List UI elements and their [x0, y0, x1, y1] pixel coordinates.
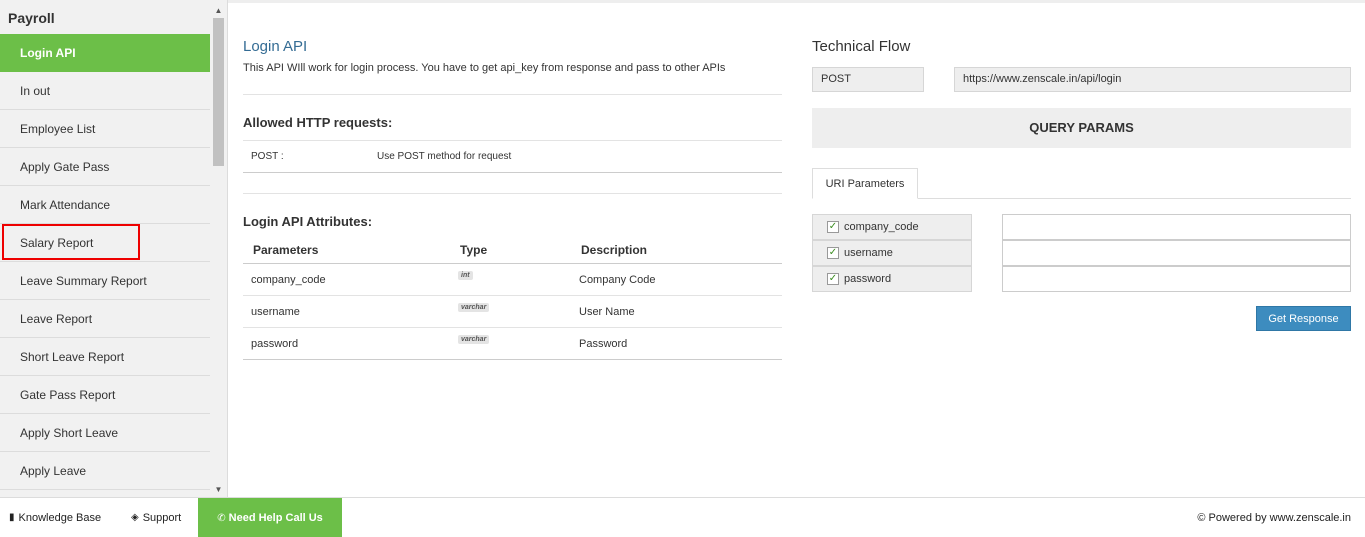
param-label-text: company_code	[844, 221, 919, 233]
api-doc-panel: Login API This API WIll work for login p…	[243, 38, 782, 360]
table-row: username varchar User Name	[243, 295, 782, 328]
support-label: Support	[142, 512, 182, 524]
api-title: Login API	[243, 38, 308, 55]
param-name: password	[243, 327, 450, 360]
request-method: POST :	[251, 151, 284, 162]
query-params-header: QUERY PARAMS	[812, 108, 1351, 148]
param-description: Password	[571, 327, 782, 360]
sidebar-item-in-out[interactable]: In out	[0, 72, 210, 110]
param-row: ✓ username	[812, 240, 1351, 266]
password-input[interactable]	[1002, 266, 1351, 292]
sidebar-item-gate-pass-report[interactable]: Gate Pass Report	[0, 376, 210, 414]
company-code-input[interactable]	[1002, 214, 1351, 240]
need-help-button[interactable]: ✆ Need Help Call Us	[198, 498, 342, 537]
allowed-requests-heading: Allowed HTTP requests:	[243, 115, 782, 141]
powered-by[interactable]: © Powered by www.zenscale.in	[1197, 498, 1351, 537]
param-name: company_code	[243, 263, 450, 296]
param-label: ✓ username	[812, 240, 972, 266]
param-name: username	[243, 295, 450, 328]
sidebar-item-leave-report[interactable]: Leave Report	[0, 300, 210, 338]
tab-uri-parameters[interactable]: URI Parameters	[812, 168, 918, 199]
sidebar-list: Login API In out Employee List Apply Gat…	[0, 34, 210, 490]
type-badge: varchar	[458, 302, 490, 312]
api-description: This API WIll work for login process. Yo…	[243, 62, 782, 95]
param-label: ✓ password	[812, 266, 972, 292]
params-list: ✓ company_code ✓ username ✓ password	[812, 214, 1351, 292]
attributes-heading: Login API Attributes:	[243, 214, 373, 229]
support-link[interactable]: ◈ Support	[131, 498, 181, 537]
param-description: Company Code	[571, 263, 782, 296]
checkbox-checked-icon[interactable]: ✓	[827, 247, 839, 259]
sidebar: Payroll Login API In out Employee List A…	[0, 0, 228, 497]
param-row: ✓ password	[812, 266, 1351, 292]
table-row: password varchar Password	[243, 327, 782, 360]
sidebar-item-apply-short-leave[interactable]: Apply Short Leave	[0, 414, 210, 452]
url-field: https://www.zenscale.in/api/login	[954, 67, 1351, 92]
table-row: company_code int Company Code	[243, 263, 782, 296]
phone-icon: ✆	[217, 513, 226, 524]
endpoint-row: POST https://www.zenscale.in/api/login	[812, 67, 1351, 92]
knowledge-base-link[interactable]: ▮ Knowledge Base	[9, 498, 101, 537]
sidebar-item-login-api[interactable]: Login API	[0, 34, 210, 72]
sidebar-item-mark-attendance[interactable]: Mark Attendance	[0, 186, 210, 224]
footer: ▮ Knowledge Base ◈ Support ✆ Need Help C…	[0, 497, 1365, 537]
book-icon: ▮	[9, 512, 15, 523]
checkbox-checked-icon[interactable]: ✓	[827, 273, 839, 285]
top-divider	[228, 0, 1365, 3]
sidebar-item-salary-report[interactable]: Salary Report	[0, 224, 210, 262]
get-response-button[interactable]: Get Response	[1256, 306, 1351, 331]
request-description: Use POST method for request	[377, 151, 512, 162]
type-badge: varchar	[458, 334, 490, 344]
column-header-parameters: Parameters	[243, 237, 450, 264]
method-field: POST	[812, 67, 924, 92]
sidebar-scrollbar[interactable]: ▲ ▼	[210, 0, 227, 497]
sidebar-title: Payroll	[8, 10, 55, 26]
sidebar-item-apply-gate-pass[interactable]: Apply Gate Pass	[0, 148, 210, 186]
need-help-label: Need Help Call Us	[228, 512, 323, 524]
param-label-text: password	[844, 273, 892, 285]
technical-flow-title: Technical Flow	[812, 38, 911, 55]
params-tabs: URI Parameters	[812, 168, 1351, 199]
checkbox-checked-icon[interactable]: ✓	[827, 221, 839, 233]
param-label: ✓ company_code	[812, 214, 972, 240]
knowledge-base-label: Knowledge Base	[18, 512, 102, 524]
attributes-table: Parameters Type Description company_code…	[243, 237, 782, 360]
sidebar-item-apply-leave[interactable]: Apply Leave	[0, 452, 210, 490]
sidebar-item-employee-list[interactable]: Employee List	[0, 110, 210, 148]
param-description: User Name	[571, 295, 782, 328]
type-badge: int	[458, 270, 473, 280]
sidebar-item-leave-summary-report[interactable]: Leave Summary Report	[0, 262, 210, 300]
sidebar-item-short-leave-report[interactable]: Short Leave Report	[0, 338, 210, 376]
technical-flow-panel: Technical Flow POST https://www.zenscale…	[812, 38, 1351, 331]
support-icon: ◈	[131, 512, 139, 523]
divider	[243, 193, 782, 194]
scroll-down-arrow-icon[interactable]: ▼	[210, 483, 227, 497]
param-row: ✓ company_code	[812, 214, 1351, 240]
scroll-up-arrow-icon[interactable]: ▲	[210, 4, 227, 18]
username-input[interactable]	[1002, 240, 1351, 266]
column-header-type: Type	[450, 237, 571, 264]
table-header-row: Parameters Type Description	[243, 237, 782, 264]
request-row: POST : Use POST method for request	[243, 141, 782, 173]
scroll-thumb[interactable]	[213, 18, 224, 166]
param-label-text: username	[844, 247, 893, 259]
column-header-description: Description	[571, 237, 782, 264]
